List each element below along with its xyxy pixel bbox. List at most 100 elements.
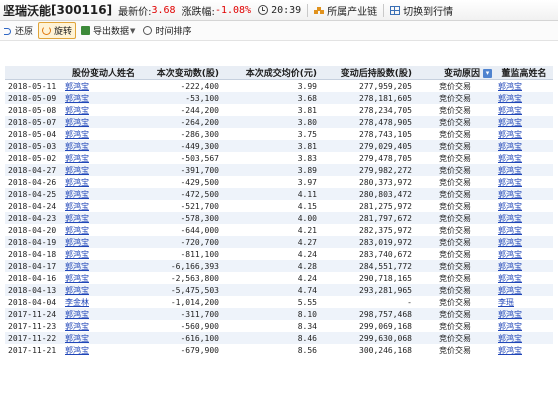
row-executive-link[interactable]: 郭鸿宝: [495, 236, 553, 248]
row-executive-link[interactable]: 郭鸿宝: [495, 332, 553, 344]
table-row[interactable]: 2018-04-18 郭鸿宝 -811,100 4.24 283,740,672 竞价交易…: [5, 248, 553, 260]
row-executive-link[interactable]: 郭鸿宝: [495, 188, 553, 200]
row-person-link[interactable]: 郭鸿宝: [62, 212, 145, 224]
stock-code: [300116]: [51, 3, 113, 17]
table-row[interactable]: 2017-11-23 郭鸿宝 -560,900 8.34 299,069,168 竞价交易…: [5, 320, 553, 332]
col-price-header[interactable]: 本次成交均价(元): [222, 66, 320, 80]
col-person-header[interactable]: 股份变动人姓名: [62, 66, 145, 80]
table-row[interactable]: 2018-04-24 郭鸿宝 -521,700 4.15 281,275,972 竞价交易…: [5, 200, 553, 212]
table-row[interactable]: 2018-04-23 郭鸿宝 -578,300 4.00 281,797,672 竞价交易…: [5, 212, 553, 224]
row-change: -644,000: [180, 225, 219, 235]
time-sort-button[interactable]: 时间排序: [140, 23, 194, 38]
row-executive-link[interactable]: 郭鸿宝: [495, 320, 553, 332]
row-person-link[interactable]: 郭鸿宝: [62, 272, 145, 284]
row-executive-link[interactable]: 郭鸿宝: [495, 164, 553, 176]
row-executive-link[interactable]: 郭鸿宝: [495, 176, 553, 188]
row-price: 4.21: [297, 225, 317, 235]
row-person-link[interactable]: 李金林: [62, 296, 145, 308]
row-change: -560,900: [180, 321, 219, 331]
row-executive-link[interactable]: 郭鸿宝: [495, 248, 553, 260]
row-executive-link[interactable]: 郭鸿宝: [495, 284, 553, 296]
row-holdings: 280,803,472: [320, 188, 415, 200]
row-executive-link[interactable]: 郭鸿宝: [495, 116, 553, 128]
row-reason: 竞价交易: [415, 92, 495, 104]
row-change: -311,700: [145, 308, 222, 320]
row-executive-link[interactable]: 郭鸿宝: [495, 224, 553, 236]
row-executive-link[interactable]: 郭鸿宝: [495, 200, 553, 212]
table-row[interactable]: 2017-11-22 郭鸿宝 -616,100 8.46 299,630,068 竞价交易…: [5, 332, 553, 344]
table-row[interactable]: 2018-04-19 郭鸿宝 -720,700 4.27 283,019,972 竞价交易…: [5, 236, 553, 248]
row-person-link[interactable]: 郭鸿宝: [62, 308, 145, 320]
row-executive-link[interactable]: 郭鸿宝: [495, 140, 553, 152]
table-row[interactable]: 2017-11-21 郭鸿宝 -679,900 8.56 300,246,168 竞价交易…: [5, 344, 553, 356]
row-person-link[interactable]: 郭鸿宝: [62, 332, 145, 344]
row-executive-link[interactable]: 郭鸿宝: [495, 92, 553, 104]
row-executive-link[interactable]: 郭鸿宝: [495, 260, 553, 272]
row-holdings: 284,551,772: [320, 260, 415, 272]
table-row[interactable]: 2018-04-26 郭鸿宝 -429,500 3.97 280,373,972 竞价交易…: [5, 176, 553, 188]
stock-name: 坚瑞沃能: [3, 3, 52, 18]
row-person-link[interactable]: 郭鸿宝: [62, 128, 145, 140]
table-row[interactable]: 2017-11-24 郭鸿宝 -311,700 8.10 298,757,468 竞价交易…: [5, 308, 553, 320]
row-person-link[interactable]: 郭鸿宝: [62, 284, 145, 296]
col-date-header: [5, 66, 62, 80]
col-executive-header[interactable]: 董监高姓名: [495, 66, 553, 80]
column-settings-icon[interactable]: ▾: [483, 69, 492, 78]
row-person-link[interactable]: 郭鸿宝: [62, 236, 145, 248]
industry-chain-link[interactable]: 所属产业链: [314, 3, 377, 18]
table-row[interactable]: 2018-04-20 郭鸿宝 -644,000 4.21 282,375,972 竞价交易…: [5, 224, 553, 236]
row-person-link[interactable]: 郭鸿宝: [62, 80, 145, 93]
row-reason: 竞价交易: [439, 225, 471, 235]
table-row[interactable]: 2018-04-04 李金林 -1,014,200 5.55 - 竞价交易 李瑶: [5, 296, 553, 308]
row-executive-link[interactable]: 郭鸿宝: [495, 152, 553, 164]
undo-button[interactable]: 还原: [0, 23, 36, 38]
table-row[interactable]: 2018-05-11 郭鸿宝 -222,400 3.99 277,959,205 竞价交易…: [5, 80, 553, 93]
table-row[interactable]: 2018-04-25 郭鸿宝 -472,500 4.11 280,803,472 竞价交易…: [5, 188, 553, 200]
row-executive-link[interactable]: 郭鸿宝: [495, 128, 553, 140]
row-person-link[interactable]: 郭鸿宝: [62, 248, 145, 260]
row-executive-link[interactable]: 郭鸿宝: [495, 308, 553, 320]
row-person-link[interactable]: 郭鸿宝: [62, 104, 145, 116]
row-executive-link[interactable]: 李瑶: [495, 296, 553, 308]
table-row[interactable]: 2018-05-03 郭鸿宝 -449,300 3.81 279,029,405 竞价交易…: [5, 140, 553, 152]
row-price: 3.83: [297, 153, 317, 163]
switch-to-quote-link[interactable]: 切换到行情: [390, 3, 453, 18]
row-person-link[interactable]: 郭鸿宝: [62, 92, 145, 104]
table-row[interactable]: 2018-04-13 郭鸿宝 -5,475,503 4.74 293,281,965 竞价…: [5, 284, 553, 296]
row-person-link[interactable]: 郭鸿宝: [62, 176, 145, 188]
row-change: -5,475,503: [145, 284, 222, 296]
table-row[interactable]: 2018-05-08 郭鸿宝 -244,200 3.81 278,234,705 竞价交易…: [5, 104, 553, 116]
table-row[interactable]: 2018-05-04 郭鸿宝 -286,300 3.75 278,743,105 竞价交易…: [5, 128, 553, 140]
table-row[interactable]: 2018-04-16 郭鸿宝 -2,563,800 4.24 290,718,165 竞价…: [5, 272, 553, 284]
row-executive-link[interactable]: 郭鸿宝: [495, 272, 553, 284]
export-label: 导出数据: [93, 27, 130, 37]
row-person-link[interactable]: 郭鸿宝: [62, 320, 145, 332]
table-row[interactable]: 2018-04-17 郭鸿宝 -6,166,393 4.28 284,551,772 竞价…: [5, 260, 553, 272]
row-person-link[interactable]: 郭鸿宝: [62, 344, 145, 356]
row-person-link[interactable]: 郭鸿宝: [62, 188, 145, 200]
export-data-button[interactable]: 导出数据 ▼: [78, 23, 140, 38]
row-person-link[interactable]: 郭鸿宝: [62, 224, 145, 236]
row-person-link[interactable]: 郭鸿宝: [62, 260, 145, 272]
row-executive-link[interactable]: 郭鸿宝: [495, 80, 553, 93]
row-executive-link[interactable]: 郭鸿宝: [495, 104, 553, 116]
row-date: 2017-11-24: [5, 308, 62, 320]
row-change: -521,700: [180, 201, 219, 211]
row-person-link[interactable]: 郭鸿宝: [62, 140, 145, 152]
table-row[interactable]: 2018-05-02 郭鸿宝 -503,567 3.83 279,478,705 竞价交易…: [5, 152, 553, 164]
row-person-link[interactable]: 郭鸿宝: [62, 200, 145, 212]
rotate-button[interactable]: 旋转: [38, 22, 77, 39]
table-row[interactable]: 2018-05-07 郭鸿宝 -264,200 3.80 278,478,905 竞价交易…: [5, 116, 553, 128]
row-executive-link[interactable]: 郭鸿宝: [495, 344, 553, 356]
row-executive-link[interactable]: 郭鸿宝: [495, 212, 553, 224]
row-person-link[interactable]: 郭鸿宝: [62, 164, 145, 176]
row-person-link[interactable]: 郭鸿宝: [62, 116, 145, 128]
col-holdings-header[interactable]: 变动后持股数(股): [320, 66, 415, 80]
row-date: 2018-04-27: [5, 164, 62, 176]
table-row[interactable]: 2018-05-09 郭鸿宝 -53,100 3.68 278,181,605 竞价交易郭…: [5, 92, 553, 104]
row-change: -503,567: [180, 153, 219, 163]
col-change-header[interactable]: 本次变动数(股): [145, 66, 222, 80]
row-person-link[interactable]: 郭鸿宝: [62, 152, 145, 164]
col-reason-header[interactable]: 变动原因 ▾: [415, 66, 495, 80]
table-row[interactable]: 2018-04-27 郭鸿宝 -391,700 3.89 279,982,272 竞价交易…: [5, 164, 553, 176]
